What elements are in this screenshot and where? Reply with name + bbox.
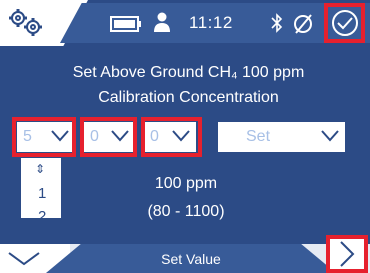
chevron-down-icon[interactable]: [8, 252, 40, 266]
clock-time: 11:12: [189, 13, 233, 32]
bluetooth-icon: [271, 13, 283, 33]
list-item[interactable]: 2: [38, 208, 46, 218]
confirm-button[interactable]: [324, 3, 365, 43]
digit-options-list[interactable]: ⇕ 1 2: [20, 157, 62, 219]
scroll-icon[interactable]: ⇕: [35, 162, 45, 176]
next-button[interactable]: [326, 235, 368, 273]
current-value: 100 ppm: [154, 175, 218, 192]
list-item[interactable]: 1: [38, 185, 46, 202]
chevron-right-icon[interactable]: [339, 240, 355, 268]
highlight-digit-1: [12, 117, 76, 157]
set-dropdown[interactable]: Set: [218, 122, 345, 152]
set-dropdown-value: Set: [246, 128, 271, 145]
status-bar: 11:12: [0, 0, 370, 46]
user-icon: [154, 12, 170, 32]
no-signal-icon: [294, 14, 312, 34]
settings-gears-icon[interactable]: [6, 7, 46, 37]
highlight-digit-3: [141, 117, 202, 157]
chevron-down-icon: [321, 130, 339, 142]
confirm-check-icon[interactable]: [331, 9, 359, 37]
bottom-bar-label: Set Value: [161, 251, 221, 267]
message-line-2: Calibration Concentration: [98, 89, 279, 106]
battery-icon: [110, 16, 141, 32]
highlight-digit-2: [80, 117, 137, 157]
value-range: (80 - 1100): [147, 203, 225, 220]
message-line-1: Set Above Ground CH₄ 100 ppm: [72, 64, 305, 81]
